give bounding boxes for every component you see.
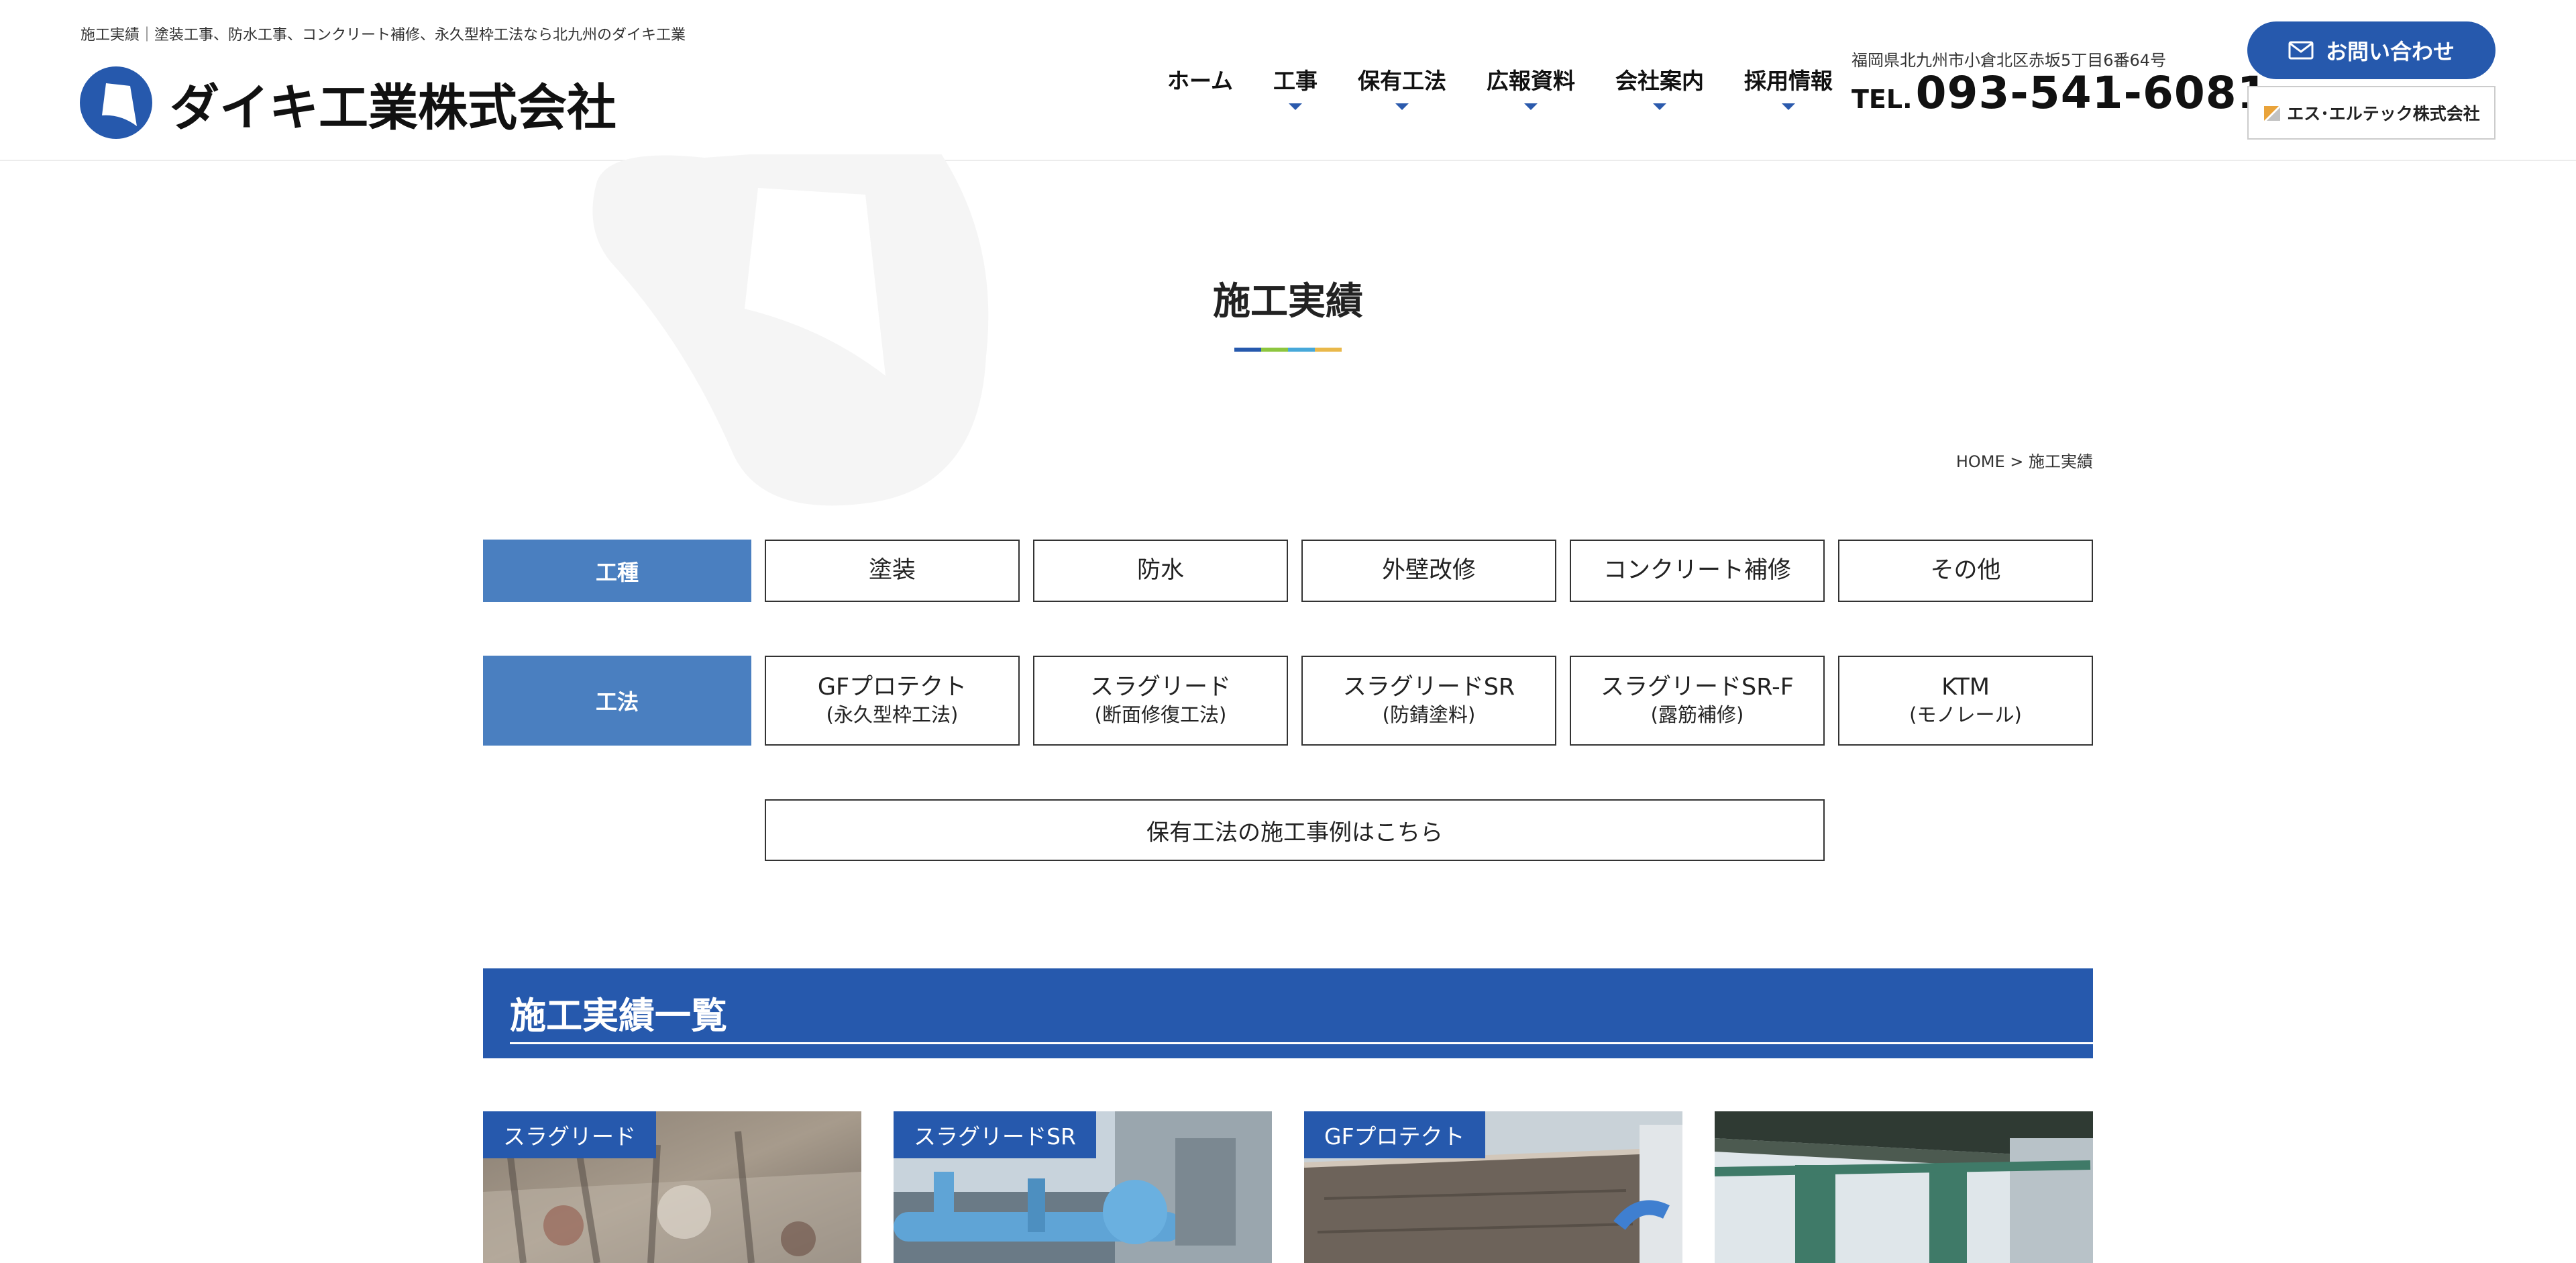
nav-label: 会社案内: [1615, 68, 1705, 94]
works-list-title: 施工実績一覧: [510, 995, 727, 1037]
filter-painting[interactable]: 塗装: [765, 540, 1020, 602]
filter-slag-lead-sr[interactable]: スラグリードSR (防錆塗料): [1301, 656, 1556, 746]
filter-label: スラグリード: [1089, 673, 1231, 701]
nav-label: ホーム: [1167, 68, 1234, 94]
underline-segment-yellow: [1315, 348, 1342, 352]
filter-label: 外壁改修: [1381, 556, 1476, 584]
filter-label: スラグリードSR: [1342, 673, 1515, 701]
chevron-down-icon: [1524, 103, 1538, 110]
filter-label: その他: [1930, 556, 2001, 584]
main-nav: ホーム 工事 保有工法 広報資料 会社案内 採用情報: [1147, 63, 1853, 110]
contact-button[interactable]: お問い合わせ: [2247, 21, 2496, 79]
filter-exterior-renovation[interactable]: 外壁改修: [1301, 540, 1556, 602]
work-card[interactable]: [1715, 1111, 2093, 1263]
works-list-header: 施工実績一覧: [483, 968, 2093, 1058]
nav-label: 採用情報: [1744, 68, 1833, 94]
work-card[interactable]: スラグリードSR: [894, 1111, 1272, 1263]
partner-label: エス･エルテック株式会社: [2287, 104, 2480, 123]
method-label: 工法: [483, 656, 751, 746]
tel-number: 093-541-6081: [1915, 67, 2269, 119]
work-card[interactable]: GFプロテクト: [1304, 1111, 1682, 1263]
method-tag: スラグリードSR: [894, 1111, 1096, 1158]
filter-label: 塗装: [868, 556, 916, 584]
method-cases-link[interactable]: 保有工法の施工事例はこちら: [765, 799, 1825, 861]
filter-sublabel: (永久型枠工法): [826, 703, 959, 727]
nav-pr-materials[interactable]: 広報資料: [1466, 63, 1595, 110]
chevron-down-icon: [1653, 103, 1667, 110]
partner-logo-icon: [2264, 106, 2281, 121]
nav-label: 広報資料: [1487, 68, 1576, 94]
title-underline: [1234, 348, 1342, 352]
underline-segment-green: [1261, 348, 1288, 352]
header-rule: [510, 1042, 2093, 1044]
breadcrumb[interactable]: HOME > 施工実績: [1956, 448, 2093, 472]
work-type-label: 工種: [483, 540, 751, 602]
site-tagline: 施工実績｜塗装工事、防水工事、コンクリート補修、永久型枠工法なら北九州のダイキ工…: [80, 27, 686, 44]
filter-ktm[interactable]: KTM (モノレール): [1838, 656, 2093, 746]
mail-icon: [2288, 41, 2314, 60]
company-logo[interactable]: ダイキ工業株式会社: [79, 59, 629, 146]
filter-label: GFプロテクト: [817, 673, 967, 701]
partner-link-button[interactable]: エス･エルテック株式会社: [2247, 86, 2496, 140]
filter-label: 防水: [1136, 556, 1184, 584]
nav-label: 保有工法: [1358, 68, 1447, 94]
filter-label: スラグリードSR-F: [1601, 673, 1794, 701]
filter-slag-lead-sr-f[interactable]: スラグリードSR-F (露筋補修): [1570, 656, 1825, 746]
nav-company[interactable]: 会社案内: [1595, 63, 1724, 110]
nav-home[interactable]: ホーム: [1147, 63, 1253, 95]
filter-sublabel: (防錆塗料): [1382, 703, 1476, 727]
filter-sublabel: (断面修復工法): [1094, 703, 1227, 727]
nav-works[interactable]: 工事: [1253, 63, 1338, 110]
nav-methods[interactable]: 保有工法: [1338, 63, 1466, 110]
chevron-down-icon: [1395, 103, 1409, 110]
filter-other[interactable]: その他: [1838, 540, 2093, 602]
site-header: 施工実績｜塗装工事、防水工事、コンクリート補修、永久型枠工法なら北九州のダイキ工…: [0, 0, 2576, 161]
filter-gf-protect[interactable]: GFプロテクト (永久型枠工法): [765, 656, 1020, 746]
contact-label: お問い合わせ: [2325, 39, 2455, 64]
filter-sublabel: (露筋補修): [1650, 703, 1744, 727]
method-tag: スラグリード: [483, 1111, 656, 1158]
nav-recruit[interactable]: 採用情報: [1724, 63, 1853, 110]
filter-label: コンクリート補修: [1603, 556, 1791, 584]
chevron-down-icon: [1782, 103, 1796, 110]
phone-number[interactable]: TEL. 093-541-6081: [1851, 67, 2269, 119]
filter-waterproofing[interactable]: 防水: [1033, 540, 1288, 602]
nav-label: 工事: [1273, 68, 1318, 94]
filter-sublabel: (モノレール): [1909, 703, 2022, 727]
filter-label: KTM: [1941, 673, 1990, 701]
chevron-down-icon: [1289, 103, 1303, 110]
logo-watermark: [592, 154, 989, 506]
filter-slag-lead[interactable]: スラグリード (断面修復工法): [1033, 656, 1288, 746]
underline-segment-blue: [1234, 348, 1261, 352]
work-photo: [1715, 1111, 2093, 1263]
logo-wordmark: ダイキ工業株式会社: [170, 79, 616, 137]
underline-segment-cyan: [1288, 348, 1315, 352]
work-card[interactable]: スラグリード: [483, 1111, 861, 1263]
tel-label: TEL.: [1851, 85, 1913, 114]
method-cases-label: 保有工法の施工事例はこちら: [1146, 819, 1443, 846]
filter-concrete-repair[interactable]: コンクリート補修: [1570, 540, 1825, 602]
method-tag: GFプロテクト: [1304, 1111, 1485, 1158]
page-title: 施工実績: [1213, 280, 1363, 323]
